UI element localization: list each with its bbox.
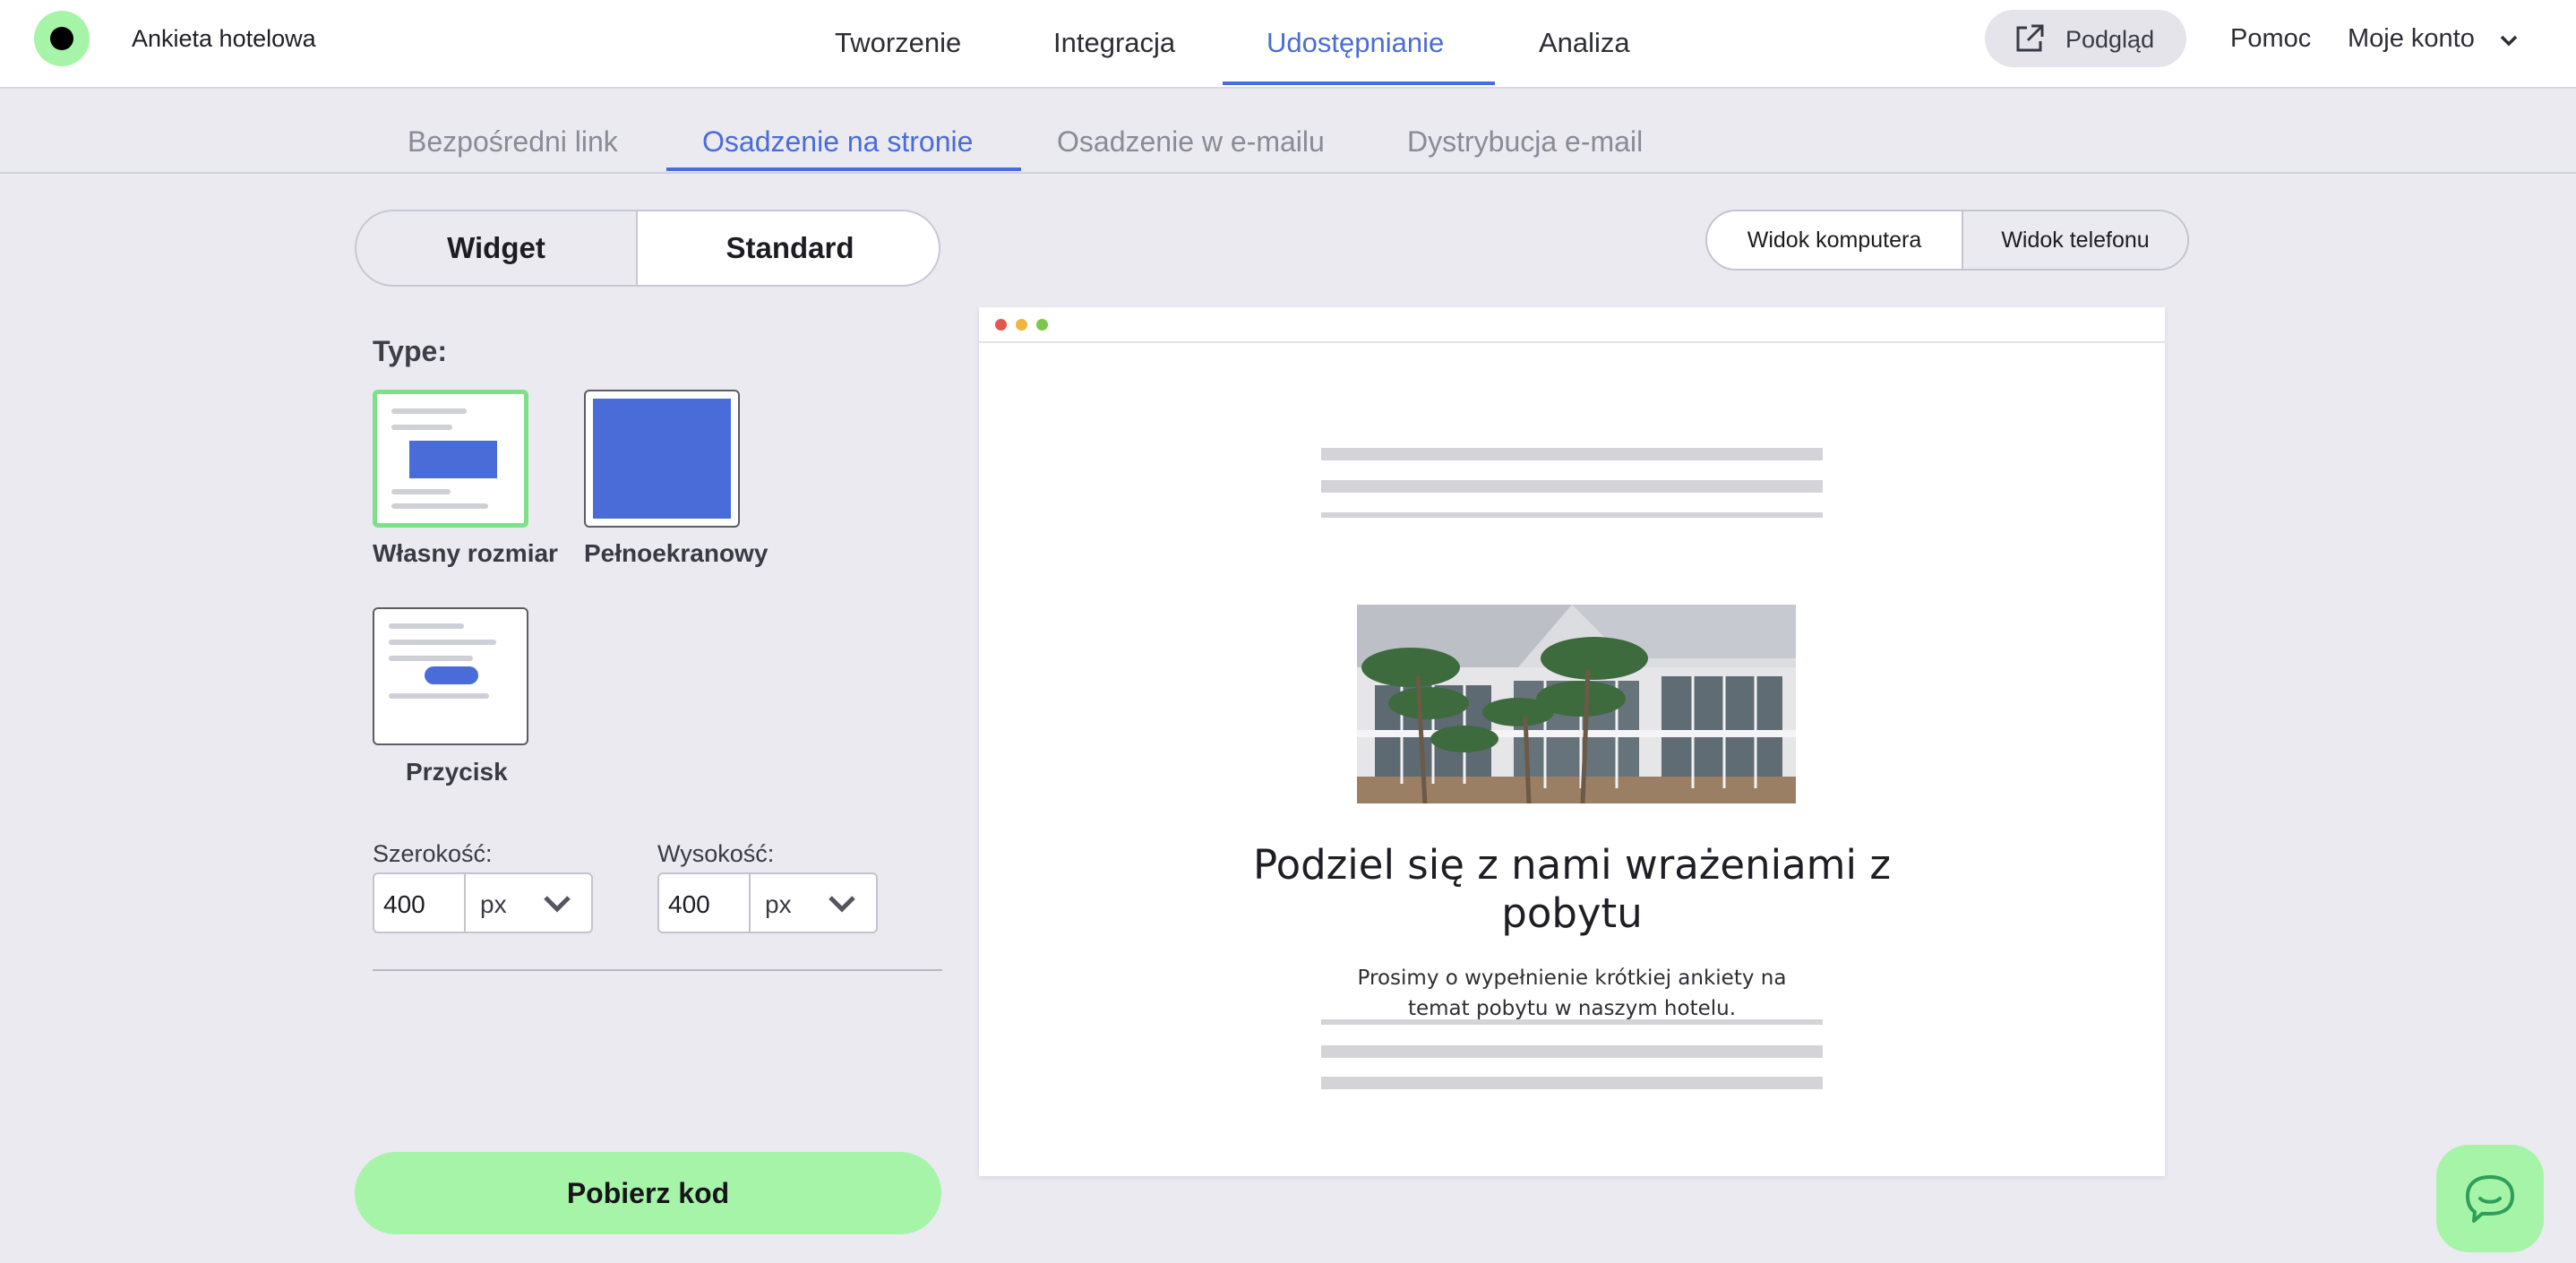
chevron-down-icon[interactable] [828, 892, 856, 915]
tab-analiza[interactable]: Analiza [1539, 27, 1630, 59]
active-tab-indicator [1223, 82, 1495, 85]
type-fullscreen-card[interactable] [584, 390, 740, 528]
placeholder-line [1321, 512, 1823, 518]
height-input[interactable]: 400 [668, 890, 710, 919]
subtab-direct-link[interactable]: Bezpośredni link [408, 125, 618, 159]
survey-title: Ankieta hotelowa [132, 25, 316, 52]
fullscreen-block [593, 399, 731, 519]
chevron-down-icon[interactable] [2499, 30, 2519, 50]
type-label: Type: [373, 335, 447, 367]
help-link[interactable]: Pomoc [2230, 24, 2311, 54]
window-maximize-dot [1036, 319, 1048, 331]
type-custom-size-caption: Własny rozmiar [373, 539, 558, 567]
chat-bubble-icon [2466, 1175, 2514, 1223]
active-subtab-indicator [666, 168, 1021, 171]
view-phone-button[interactable]: Widok telefonu [1963, 211, 2187, 269]
survey-preview-description: Prosimy o wypełnienie krótkiej ankiety n… [1357, 967, 1787, 1020]
chevron-down-icon[interactable] [543, 892, 571, 915]
height-unit-select[interactable]: px [765, 890, 792, 919]
placeholder-line [1321, 1019, 1823, 1025]
button-pill [425, 666, 478, 684]
download-code-button[interactable]: Pobierz kod [355, 1152, 941, 1234]
subtab-embed-email[interactable]: Osadzenie w e-mailu [1057, 125, 1325, 159]
width-field[interactable]: 400 px [373, 872, 593, 933]
tab-integracja[interactable]: Integracja [1053, 27, 1175, 59]
mode-standard-button[interactable]: Standard [636, 211, 939, 285]
placeholder-line [1321, 1045, 1823, 1058]
chat-button[interactable] [2436, 1145, 2544, 1252]
window-close-dot [995, 319, 1007, 331]
tab-udostepnianie[interactable]: Udostępnianie [1267, 27, 1444, 59]
embed-mode-toggle: Widget Standard [355, 210, 940, 287]
account-menu[interactable]: Moje konto [2348, 24, 2475, 54]
view-toggle: Widok komputera Widok telefonu [1705, 210, 2189, 271]
height-field[interactable]: 400 px [657, 872, 878, 933]
type-custom-size-card[interactable] [373, 390, 528, 528]
preview-button[interactable]: Podgląd [1985, 10, 2186, 67]
width-input[interactable]: 400 [383, 890, 425, 919]
logo-dot [50, 27, 73, 50]
preview-label: Podgląd [2065, 26, 2155, 53]
divider [373, 969, 942, 971]
browser-bar [979, 307, 2165, 343]
type-button-caption: Przycisk [406, 758, 508, 786]
view-desktop-button[interactable]: Widok komputera [1707, 211, 1963, 269]
preview-window: Podziel się z nami wrażeniami z pobytu P… [979, 307, 2165, 1176]
survey-preview-title: Podziel się z nami wrażeniami z pobytu [1253, 841, 1891, 937]
subtab-embed-website[interactable]: Osadzenie na stronie [702, 125, 973, 159]
window-minimize-dot [1016, 319, 1027, 331]
external-link-icon [2016, 24, 2044, 52]
type-fullscreen-caption: Pełnoekranowy [584, 539, 769, 567]
placeholder-line [1321, 1077, 1823, 1089]
custom-size-block [409, 441, 497, 478]
top-header: Ankieta hotelowa Tworzenie Integracja Ud… [0, 0, 2576, 89]
subtab-email-distribution[interactable]: Dystrybucja e-mail [1407, 125, 1643, 159]
height-label: Wysokość: [657, 840, 775, 867]
app-logo[interactable] [34, 11, 90, 66]
type-button-card[interactable] [373, 607, 528, 745]
placeholder-line [1321, 480, 1823, 493]
tab-tworzenie[interactable]: Tworzenie [835, 27, 961, 59]
width-unit-select[interactable]: px [480, 890, 507, 919]
width-label: Szerokość: [373, 840, 493, 867]
placeholder-line [1321, 448, 1823, 460]
hotel-photo [1357, 605, 1796, 803]
mode-widget-button[interactable]: Widget [356, 211, 636, 285]
